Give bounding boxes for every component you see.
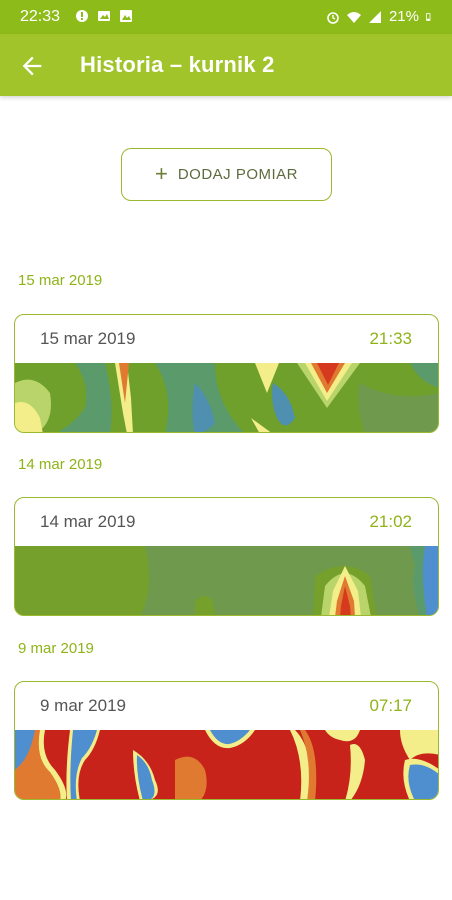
card-time: 07:17 bbox=[369, 696, 412, 715]
heatmap-thumbnail bbox=[15, 546, 438, 615]
measurement-card[interactable]: 9 mar 2019 07:17 bbox=[14, 681, 439, 800]
image-icon bbox=[120, 10, 132, 22]
card-date: 15 mar 2019 bbox=[40, 329, 136, 348]
heatmap-thumbnail bbox=[15, 363, 438, 432]
notification-dot-icon bbox=[76, 10, 88, 22]
signal-icon bbox=[368, 10, 381, 23]
status-bar: 22:33 21% bbox=[0, 0, 452, 34]
wifi-icon bbox=[346, 11, 361, 23]
section-date: 15 mar 2019 bbox=[18, 272, 103, 289]
card-date: 9 mar 2019 bbox=[40, 696, 126, 715]
heatmap-thumbnail bbox=[15, 730, 438, 799]
card-time: 21:02 bbox=[369, 512, 412, 531]
app-bar: Historia – kurnik 2 bbox=[0, 34, 452, 96]
alarm-icon bbox=[327, 11, 339, 24]
add-measurement-label: DODAJ POMIAR bbox=[177, 166, 299, 183]
back-arrow-icon[interactable] bbox=[18, 52, 46, 80]
section-date: 14 mar 2019 bbox=[18, 456, 103, 473]
plus-icon: + bbox=[154, 160, 168, 186]
add-measurement-button[interactable]: + DODAJ POMIAR bbox=[121, 148, 332, 201]
battery-percent: 21% bbox=[388, 8, 419, 25]
section-date: 9 mar 2019 bbox=[18, 640, 94, 657]
measurement-card[interactable]: 14 mar 2019 21:02 bbox=[14, 497, 439, 616]
status-time: 22:33 bbox=[20, 8, 61, 25]
gallery-icon bbox=[98, 11, 110, 21]
measurement-card[interactable]: 15 mar 2019 21:33 bbox=[14, 314, 439, 433]
card-time: 21:33 bbox=[369, 329, 412, 348]
page-title: Historia – kurnik 2 bbox=[80, 52, 275, 77]
battery-icon bbox=[426, 12, 431, 21]
card-date: 14 mar 2019 bbox=[40, 512, 136, 531]
